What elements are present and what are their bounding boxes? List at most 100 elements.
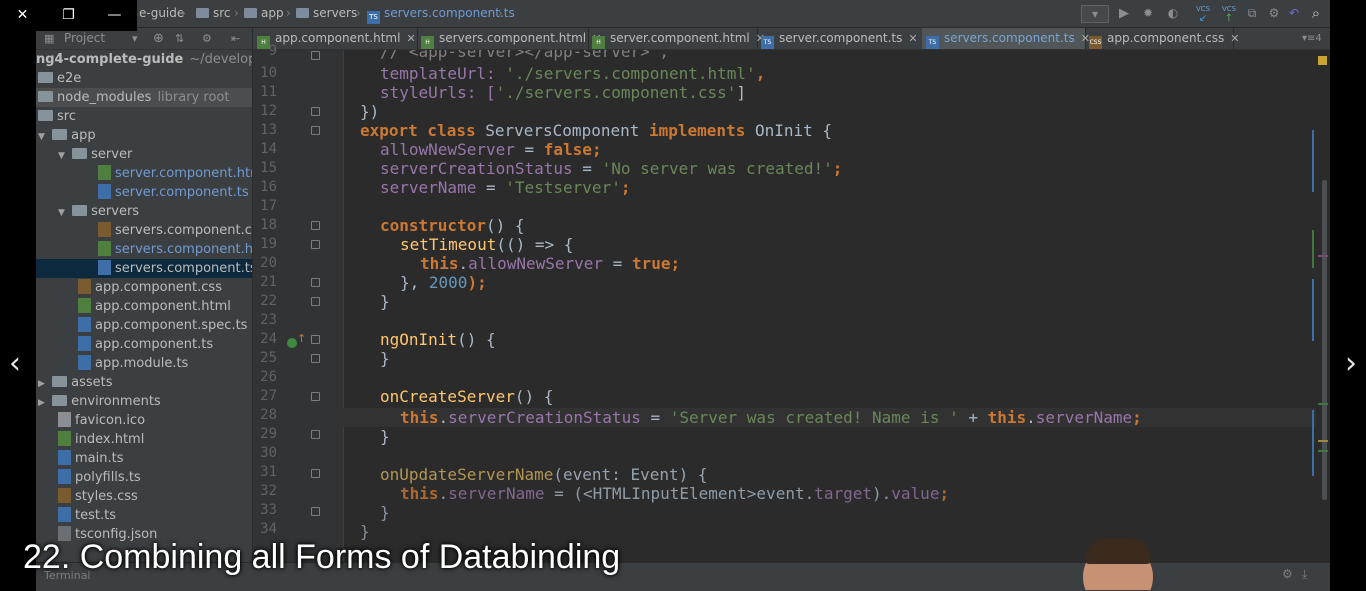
fold-marker-icon[interactable] [311, 107, 320, 116]
tree-item-servers-component-css[interactable]: servers.component.cs [36, 221, 252, 240]
code-token: OnInit { [754, 121, 833, 140]
tree-item-server-component-ts[interactable]: server.component.ts [36, 183, 252, 202]
breadcrumb-file[interactable]: TS servers.component.ts [367, 0, 515, 27]
fold-marker-icon[interactable] [311, 469, 320, 478]
tree-item-app-component-html[interactable]: app.component.html [36, 297, 252, 316]
fold-marker-icon[interactable] [311, 335, 320, 344]
inspection-status-icon[interactable] [1318, 56, 1327, 65]
vcs-update-icon[interactable]: VCS ↙ [1192, 5, 1214, 24]
editor-scrollbar[interactable] [1316, 50, 1330, 590]
tree-item-server[interactable]: ▼ server [36, 145, 252, 164]
code-token: }, [400, 273, 429, 292]
tree-item-favicon[interactable]: favicon.ico [36, 411, 252, 430]
tree-item-main-ts[interactable]: main.ts [36, 449, 252, 468]
tree-item-styles-css[interactable]: styles.css [36, 487, 252, 506]
breadcrumb-separator: › [234, 6, 239, 20]
run-icon[interactable]: ▶ [1115, 5, 1133, 22]
library-root-note: library root [157, 90, 230, 105]
tab-app-component-html[interactable]: Happ.component.html ✕ [253, 28, 418, 49]
breadcrumb-project[interactable]: e-guide [139, 0, 184, 27]
fold-marker-icon[interactable] [311, 221, 320, 230]
breadcrumb-app[interactable]: app [244, 0, 284, 27]
tree-item-e2e[interactable]: e2e [36, 69, 252, 88]
close-icon[interactable]: ✕ [406, 32, 415, 45]
collapse-all-icon[interactable]: ⇅ [175, 28, 184, 49]
tree-item-assets[interactable]: ▶ assets [36, 373, 252, 392]
tree-item-node-modules[interactable]: node_modules library root [36, 88, 252, 107]
fold-marker-icon[interactable] [311, 297, 320, 306]
fold-marker-icon[interactable] [311, 278, 320, 287]
tree-item-src[interactable]: src [36, 107, 252, 126]
tree-item-label: servers.component.ts [115, 261, 252, 276]
tree-item-app-component-css[interactable]: app.component.css [36, 278, 252, 297]
tab-app-component-css[interactable]: CSS app.component.css ✕ [1085, 28, 1239, 49]
close-window-button[interactable]: ✕ [0, 0, 45, 31]
tab-servers-component-html[interactable]: Hservers.component.html✕ [417, 28, 601, 49]
tree-item-app[interactable]: ▼ app [36, 126, 252, 145]
fold-marker-icon[interactable] [311, 507, 320, 516]
fold-marker-icon[interactable] [311, 126, 320, 135]
previous-arrow-icon[interactable]: ‹ [0, 346, 30, 382]
fold-marker-icon[interactable] [311, 392, 320, 401]
tree-item-test-ts[interactable]: test.ts [36, 506, 252, 525]
fold-marker-icon[interactable] [311, 354, 320, 363]
revert-icon[interactable]: ↶ [1285, 5, 1303, 22]
tree-item-app-module-ts[interactable]: app.module.ts [36, 354, 252, 373]
tree-item-app-component-spec-ts[interactable]: app.component.spec.ts [36, 316, 252, 335]
tab-server-component-html[interactable]: Hserver.component.html✕ [588, 28, 765, 49]
tab-servers-component-ts[interactable]: TS servers.component.ts ✕ [922, 28, 1090, 49]
fold-marker-icon[interactable] [311, 430, 320, 439]
view-dropdown-icon[interactable]: ▾ [132, 28, 138, 49]
tree-item-servers[interactable]: ▼ servers [36, 202, 252, 221]
collapse-arrow-icon[interactable]: ▶ [38, 375, 48, 392]
fold-marker-icon[interactable] [311, 51, 320, 60]
tree-item-servers-component-ts[interactable]: servers.component.ts [36, 259, 252, 278]
minimize-panel-icon[interactable]: ⤓ [1302, 567, 1307, 582]
scroll-from-source-icon[interactable]: ⊕ [153, 28, 164, 49]
implements-method-icon[interactable] [287, 338, 297, 348]
code-editor[interactable]: 9 10 11 12 13 14 15 16 17 18 19 20 21 22… [253, 43, 1330, 590]
tree-item-app-component-ts[interactable]: app.component.ts [36, 335, 252, 354]
line-number: 30 [260, 445, 277, 461]
close-icon[interactable]: ✕ [1230, 32, 1239, 45]
collapse-arrow-icon[interactable]: ▶ [38, 394, 48, 411]
expand-arrow-icon[interactable]: ▼ [38, 128, 48, 145]
tree-item-index-html[interactable]: index.html [36, 430, 252, 449]
hide-panel-icon[interactable]: ⇤ [231, 28, 240, 49]
tabs-overflow-button[interactable]: ▾≡4 [1302, 28, 1322, 49]
vcs-label: VCS [1221, 5, 1237, 13]
search-icon[interactable]: ⌕ [1307, 5, 1325, 22]
expand-arrow-icon[interactable]: ▼ [58, 204, 68, 221]
tree-item-label: server [91, 147, 133, 162]
tree-root[interactable]: ng4-complete-guide ~/developme [36, 50, 252, 69]
close-icon[interactable]: ✕ [908, 32, 917, 45]
code-area[interactable]: // <app-server></app-server>', templateU… [343, 50, 1330, 590]
fold-marker-icon[interactable] [311, 240, 320, 249]
breadcrumb-servers[interactable]: servers [296, 0, 357, 27]
code-token: ngOnInit [380, 330, 458, 349]
code-token: value [891, 484, 940, 503]
vcs-commit-icon[interactable]: VCS ↑ [1218, 5, 1240, 24]
project-view-icon[interactable]: ▦ [44, 28, 54, 49]
code-token: this [400, 408, 439, 427]
code-line-12: }) [360, 102, 380, 121]
tab-server-component-ts[interactable]: TS server.component.ts ✕ [757, 28, 923, 49]
gear-icon[interactable]: ⚙ [202, 28, 212, 49]
scrollbar-thumb[interactable] [1322, 180, 1327, 500]
gear-icon[interactable]: ⚙ [1282, 567, 1293, 581]
coverage-icon[interactable]: ◐ [1164, 5, 1182, 22]
tree-item-polyfills-ts[interactable]: polyfills.ts [36, 468, 252, 487]
expand-arrow-icon[interactable]: ▼ [58, 147, 68, 164]
run-configuration-dropdown[interactable]: ▾ [1081, 5, 1109, 23]
settings-icon[interactable]: ⚙ [1265, 5, 1283, 22]
debug-icon[interactable]: ✹ [1139, 5, 1157, 22]
minimize-window-button[interactable]: — [92, 0, 137, 31]
breadcrumb-src[interactable]: src [196, 0, 231, 27]
next-arrow-icon[interactable]: › [1336, 346, 1366, 382]
restore-window-button[interactable]: ❐ [46, 0, 91, 31]
tree-item-environments[interactable]: ▶ environments [36, 392, 252, 411]
vcs-history-icon[interactable]: ⧉ [1243, 5, 1261, 22]
tree-item-server-component-html[interactable]: server.component.htm [36, 164, 252, 183]
tree-item-servers-component-html[interactable]: servers.component.ht [36, 240, 252, 259]
project-view-label[interactable]: Project [64, 28, 105, 49]
